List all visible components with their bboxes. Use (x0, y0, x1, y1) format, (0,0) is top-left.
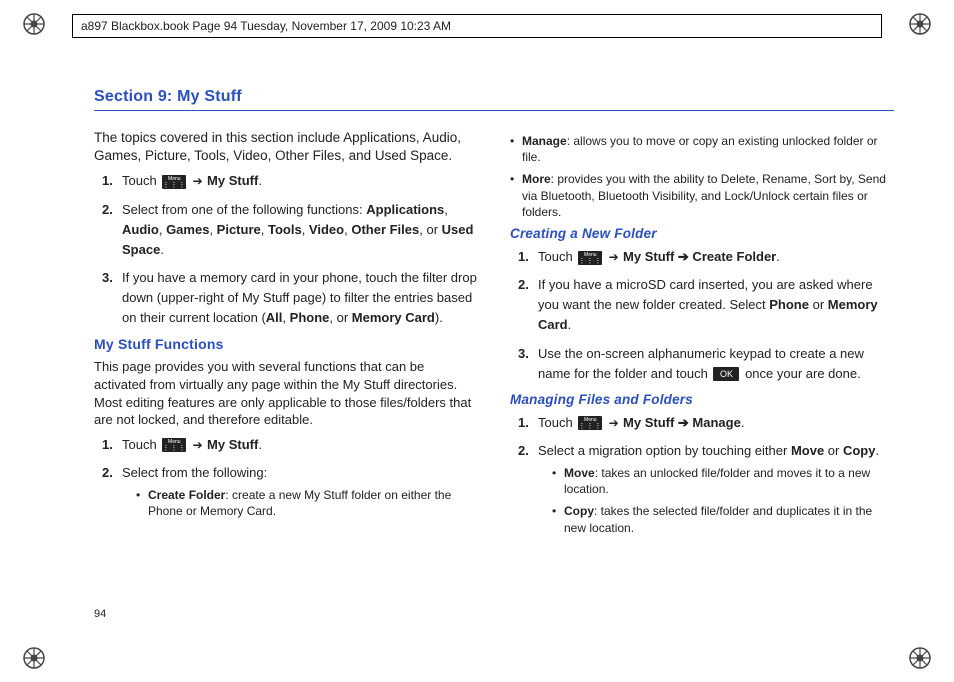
corner-wheel-icon (908, 646, 932, 670)
step-number: 2. (510, 275, 528, 335)
menu-icon: Menu⋮⋮⋮ (578, 416, 602, 430)
list-item: 2. Select from the following: Create Fol… (94, 463, 478, 526)
intro-text: The topics covered in this section inclu… (94, 129, 478, 165)
managing-files-heading: Managing Files and Folders (510, 392, 894, 407)
step-body: If you have a microSD card inserted, you… (538, 275, 894, 335)
bullet-item: Move: takes an unlocked file/folder and … (552, 465, 894, 497)
step-number: 1. (94, 435, 112, 455)
step-body: If you have a memory card in your phone,… (122, 268, 478, 328)
step-number: 3. (94, 268, 112, 328)
menu-icon: Menu⋮⋮⋮ (162, 438, 186, 452)
step-body: Touch Menu⋮⋮⋮ ➔ My Stuff ➔ Manage. (538, 413, 894, 433)
step-number: 1. (510, 247, 528, 267)
step-number: 2. (510, 441, 528, 542)
bullet-item: Copy: takes the selected file/folder and… (552, 503, 894, 535)
list-item: 3. If you have a memory card in your pho… (94, 268, 478, 328)
creating-folder-heading: Creating a New Folder (510, 226, 894, 241)
list-item: 2. Select from one of the following func… (94, 200, 478, 260)
steps-list: 1. Touch Menu⋮⋮⋮ ➔ My Stuff. 2. Select f… (94, 435, 478, 526)
step-body: Select a migration option by touching ei… (538, 441, 894, 542)
step-body: Touch Menu⋮⋮⋮ ➔ My Stuff. (122, 435, 478, 455)
step-number: 1. (510, 413, 528, 433)
column-left: The topics covered in this section inclu… (94, 129, 478, 550)
page-header: a897 Blackbox.book Page 94 Tuesday, Nove… (72, 14, 882, 38)
bullet-item: Create Folder: create a new My Stuff fol… (136, 487, 478, 519)
bullet-list: Move: takes an unlocked file/folder and … (538, 465, 894, 536)
step-body: Select from one of the following functio… (122, 200, 478, 260)
step-body: Touch Menu⋮⋮⋮ ➔ My Stuff. (122, 171, 478, 191)
list-item: 2. Select a migration option by touching… (510, 441, 894, 542)
step-number: 1. (94, 171, 112, 191)
my-stuff-functions-intro: This page provides you with several func… (94, 358, 478, 428)
list-item: 1. Touch Menu⋮⋮⋮ ➔ My Stuff ➔ Create Fol… (510, 247, 894, 267)
corner-wheel-icon (22, 12, 46, 36)
menu-icon: Menu⋮⋮⋮ (162, 175, 186, 189)
step-body: Use the on-screen alphanumeric keypad to… (538, 344, 894, 384)
bullet-list: Manage: allows you to move or copy an ex… (510, 133, 894, 220)
ok-icon: OK (713, 367, 739, 381)
list-item: 1. Touch Menu⋮⋮⋮ ➔ My Stuff ➔ Manage. (510, 413, 894, 433)
step-number: 3. (510, 344, 528, 384)
corner-wheel-icon (908, 12, 932, 36)
header-text: a897 Blackbox.book Page 94 Tuesday, Nove… (81, 19, 451, 33)
corner-wheel-icon (22, 646, 46, 670)
list-item: 2. If you have a microSD card inserted, … (510, 275, 894, 335)
step-body: Touch Menu⋮⋮⋮ ➔ My Stuff ➔ Create Folder… (538, 247, 894, 267)
list-item: 1. Touch Menu⋮⋮⋮ ➔ My Stuff. (94, 435, 478, 455)
steps-list: 1. Touch Menu⋮⋮⋮ ➔ My Stuff ➔ Create Fol… (510, 247, 894, 384)
column-right: Manage: allows you to move or copy an ex… (510, 129, 894, 550)
bullet-list: Create Folder: create a new My Stuff fol… (122, 487, 478, 519)
page-number: 94 (94, 608, 106, 620)
step-number: 2. (94, 463, 112, 526)
bullet-item: Manage: allows you to move or copy an ex… (510, 133, 894, 165)
menu-icon: Menu⋮⋮⋮ (578, 251, 602, 265)
section-title: Section 9: My Stuff (94, 88, 894, 111)
step-number: 2. (94, 200, 112, 260)
page-content: Section 9: My Stuff The topics covered i… (94, 88, 894, 632)
steps-list: 1. Touch Menu⋮⋮⋮ ➔ My Stuff. 2. Select f… (94, 171, 478, 328)
list-item: 3. Use the on-screen alphanumeric keypad… (510, 344, 894, 384)
steps-list: 1. Touch Menu⋮⋮⋮ ➔ My Stuff ➔ Manage. 2.… (510, 413, 894, 542)
list-item: 1. Touch Menu⋮⋮⋮ ➔ My Stuff. (94, 171, 478, 191)
step-body: Select from the following: Create Folder… (122, 463, 478, 526)
my-stuff-functions-heading: My Stuff Functions (94, 336, 478, 352)
bullet-item: More: provides you with the ability to D… (510, 171, 894, 220)
